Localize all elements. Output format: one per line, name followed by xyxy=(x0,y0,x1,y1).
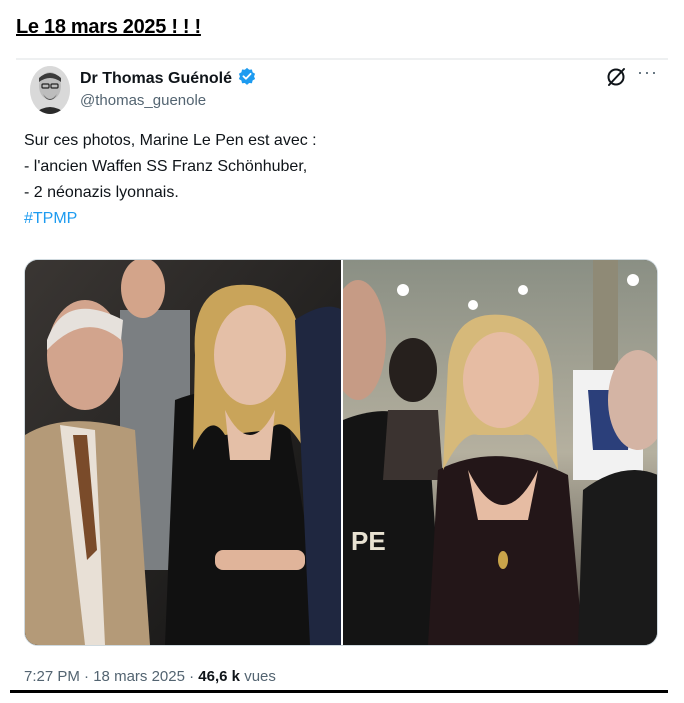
verified-badge-icon xyxy=(238,67,256,90)
views-count[interactable]: 46,6 k xyxy=(198,668,240,685)
tweet-text-line: - l'ancien Waffen SS Franz Schönhuber, xyxy=(24,158,308,175)
author-display-name[interactable]: Dr Thomas Guénolé xyxy=(80,70,232,88)
page-heading: Le 18 mars 2025 ! ! ! xyxy=(16,16,201,38)
meta-separator: · xyxy=(189,668,195,685)
tweet-card: Dr Thomas Guénolé @thomas_guenole ··· Su… xyxy=(16,58,668,685)
photo-right[interactable]: PE xyxy=(341,260,657,645)
tweet-text-line: - 2 néonazis lyonnais. xyxy=(24,184,179,201)
views-label: vues xyxy=(244,668,276,685)
hashtag-link[interactable]: #TPMP xyxy=(24,206,644,232)
svg-text:PE: PE xyxy=(351,526,386,556)
tweet-time[interactable]: 7:27 PM xyxy=(24,668,80,685)
tweet-text: Sur ces photos, Marine Le Pen est avec :… xyxy=(24,128,644,232)
author-handle[interactable]: @thomas_guenole xyxy=(80,92,206,109)
tweet-text-line: Sur ces photos, Marine Le Pen est avec : xyxy=(24,132,317,149)
divider xyxy=(10,690,668,693)
meta-separator: · xyxy=(84,668,90,685)
grok-icon[interactable] xyxy=(605,66,627,88)
more-options-icon[interactable]: ··· xyxy=(637,62,658,83)
tweet-meta: 7:27 PM · 18 mars 2025 · 46,6 k vues xyxy=(24,668,276,685)
divider xyxy=(16,58,668,60)
photo-left[interactable] xyxy=(25,260,341,645)
avatar[interactable] xyxy=(30,66,70,114)
tweet-media[interactable]: PE xyxy=(24,259,658,646)
tweet-date[interactable]: 18 mars 2025 xyxy=(93,668,185,685)
